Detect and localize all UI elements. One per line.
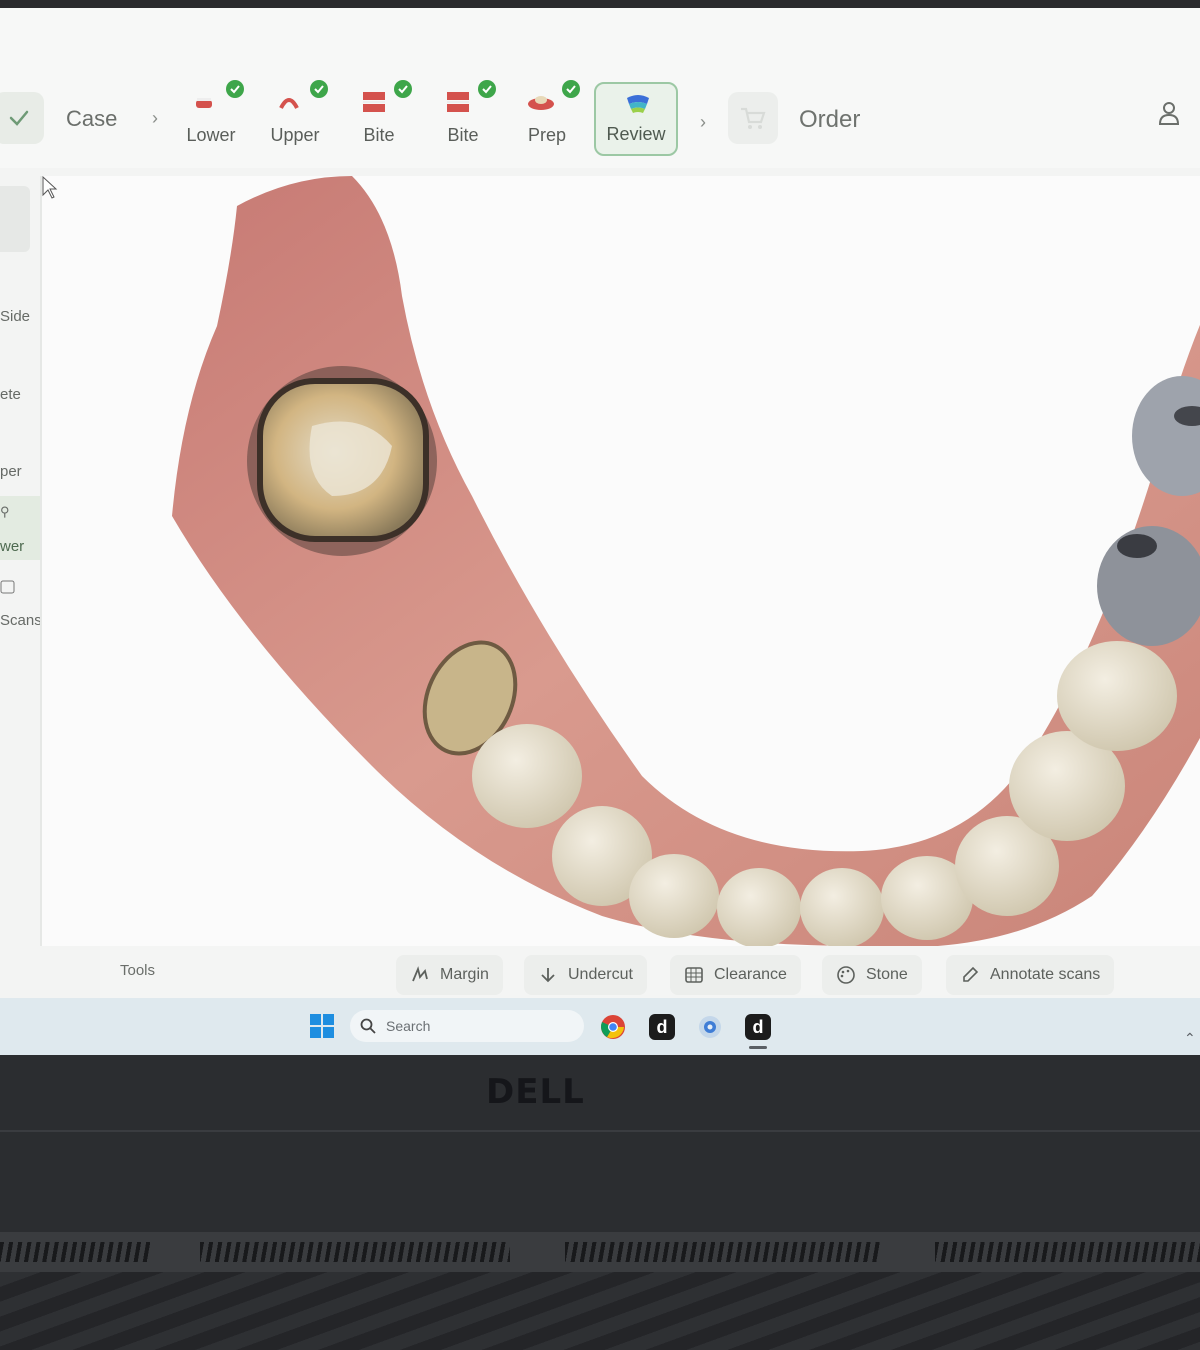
step-label: Prep — [527, 125, 567, 145]
margin-tool-button[interactable]: Margin — [396, 955, 503, 995]
tool-label: Clearance — [714, 966, 787, 983]
back-check-button[interactable] — [0, 92, 44, 144]
sidebar-item-scans[interactable]: Scans — [0, 612, 42, 629]
sidebar-tool-icon: ⚲ — [0, 504, 10, 519]
tool-label: Annotate scans — [990, 966, 1101, 983]
tooth — [800, 868, 884, 946]
tools-label: Tools — [120, 962, 156, 979]
done-check-icon — [226, 80, 244, 98]
palette-icon — [836, 965, 856, 985]
vent — [0, 1242, 150, 1262]
step-upper[interactable]: Upper — [260, 80, 330, 150]
done-check-icon — [478, 80, 496, 98]
order-label[interactable]: Order — [799, 106, 860, 134]
chevron-right-icon: › — [700, 112, 706, 132]
keyboard-deck — [0, 1272, 1200, 1350]
step-label: Bite — [447, 125, 479, 145]
margin-icon — [410, 965, 430, 985]
checkmark-icon — [9, 110, 29, 126]
active-app-indicator — [749, 1046, 767, 1049]
step-label: Review — [606, 124, 666, 144]
tooth — [1057, 641, 1177, 751]
bezel-seam — [0, 1130, 1200, 1132]
step-bite-2[interactable]: Bite — [428, 80, 498, 150]
cart-icon — [741, 107, 766, 129]
prep-icon — [528, 96, 554, 110]
tool-label: Margin — [440, 966, 489, 983]
d-app-icon-active[interactable]: d — [745, 1014, 771, 1040]
metal-restoration — [1132, 376, 1200, 496]
lower-jaw-icon — [196, 98, 212, 108]
browser-icon[interactable] — [697, 1014, 723, 1040]
upper-jaw-icon — [279, 98, 299, 109]
windows-start-icon[interactable] — [310, 1014, 334, 1038]
sidebar-item-upper[interactable]: per — [0, 463, 22, 480]
taskbar-search[interactable]: Search — [350, 1010, 584, 1042]
search-icon — [360, 1018, 376, 1034]
done-check-icon — [394, 80, 412, 98]
scan-viewport[interactable] — [40, 176, 1200, 946]
undercut-tool-button[interactable]: Undercut — [524, 955, 647, 995]
scans-icon — [0, 580, 15, 594]
tooth — [717, 868, 801, 946]
search-placeholder: Search — [386, 1018, 431, 1034]
tool-label: Stone — [866, 966, 908, 983]
vent — [565, 1242, 880, 1262]
lower-arch-scan[interactable] — [42, 176, 1200, 946]
laptop-bezel — [0, 1055, 1200, 1240]
order-cart-button[interactable] — [728, 92, 778, 144]
top-bezel — [0, 0, 1200, 8]
step-lower[interactable]: Lower — [176, 80, 246, 150]
stone-tool-button[interactable]: Stone — [822, 955, 922, 995]
tool-label: Undercut — [568, 966, 633, 983]
sidebar-item-side[interactable]: Side — [0, 308, 30, 325]
vent — [200, 1242, 510, 1262]
sidebar-item-delete[interactable]: ete — [0, 386, 21, 403]
annotate-scans-button[interactable]: Annotate scans — [946, 955, 1115, 995]
d-app-icon[interactable]: d — [649, 1014, 675, 1040]
bite-icon — [447, 92, 469, 112]
laptop-screen: Case › Lower Upper Bite Bite Prep Review… — [0, 0, 1200, 1055]
chrome-icon[interactable] — [600, 1014, 626, 1040]
step-label: Bite — [363, 125, 395, 145]
annotate-icon — [960, 965, 980, 985]
user-icon[interactable] — [1156, 100, 1182, 126]
clearance-icon — [684, 965, 704, 985]
step-label: Upper — [270, 125, 320, 145]
tooth — [629, 854, 719, 938]
step-prep[interactable]: Prep — [512, 80, 582, 150]
step-review[interactable]: Review — [594, 82, 678, 156]
vent — [935, 1242, 1200, 1262]
brand-logo: DELL — [486, 1072, 585, 1112]
chevron-right-icon: › — [152, 108, 158, 128]
step-label: Lower — [186, 125, 236, 145]
tooth — [472, 724, 582, 828]
clearance-tool-button[interactable]: Clearance — [670, 955, 801, 995]
mouse-cursor-icon — [42, 176, 58, 199]
arrow-down-icon — [538, 965, 558, 985]
review-heatmap-icon — [627, 95, 649, 113]
sidebar-item-lower[interactable]: wer — [0, 538, 24, 555]
done-check-icon — [562, 80, 580, 98]
step-bite-1[interactable]: Bite — [344, 80, 414, 150]
case-label[interactable]: Case — [66, 106, 117, 132]
done-check-icon — [310, 80, 328, 98]
sidebar-thumbnail[interactable] — [0, 186, 30, 252]
bite-icon — [363, 92, 385, 112]
tray-chevron-up-icon[interactable]: ⌃ — [1184, 1030, 1196, 1047]
